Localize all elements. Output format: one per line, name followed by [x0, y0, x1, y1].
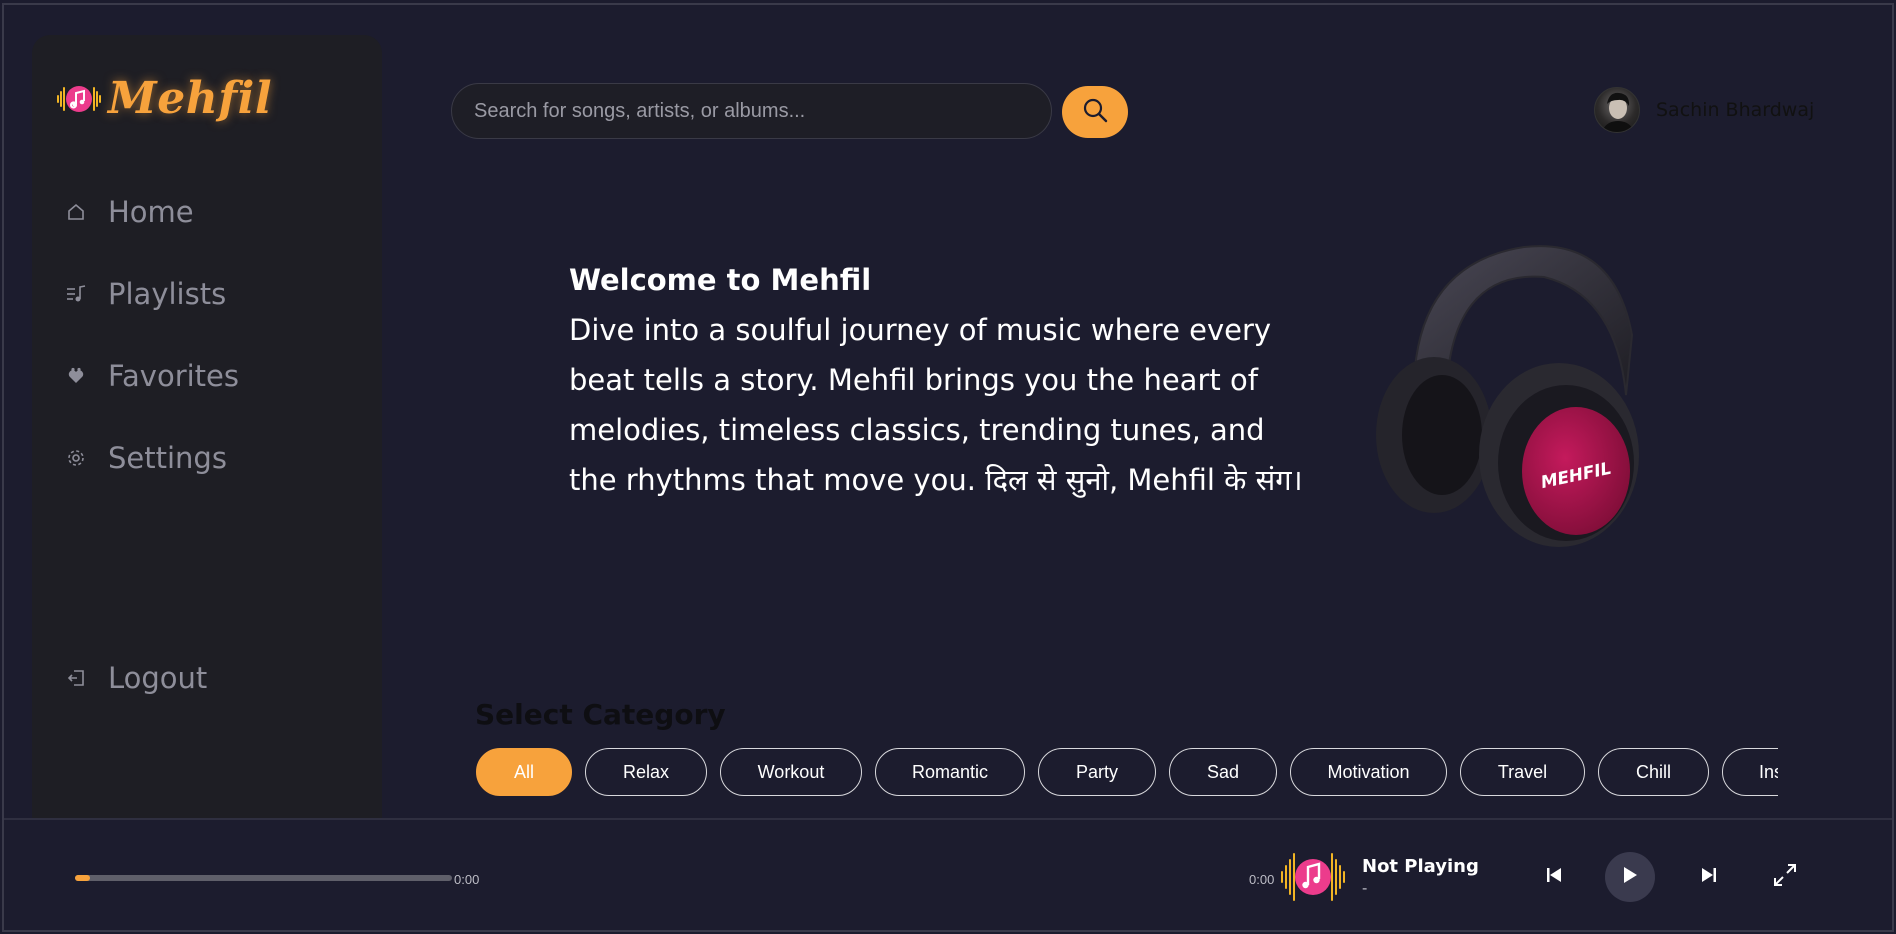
skip-next-icon	[1700, 866, 1718, 889]
app-window: Mehfil Home Playlists Favorites Settings	[2, 3, 1894, 932]
category-chip-all[interactable]: All	[476, 748, 572, 796]
search-box	[451, 83, 1052, 139]
sidebar-item-label: Settings	[108, 441, 227, 475]
category-chip-ins[interactable]: Ins	[1722, 748, 1778, 796]
skip-previous-icon	[1545, 866, 1563, 889]
sidebar-item-label: Favorites	[108, 359, 239, 393]
sidebar-item-favorites[interactable]: Favorites	[66, 359, 239, 393]
category-chip-party[interactable]: Party	[1038, 748, 1156, 796]
progress-bar[interactable]	[75, 875, 452, 881]
hero-text: Dive into a soulful journey of music whe…	[569, 313, 1303, 497]
category-title: Select Category	[475, 698, 726, 731]
logo-text: Mehfil	[108, 73, 273, 124]
logout-button[interactable]: Logout	[66, 661, 207, 695]
logout-icon	[66, 668, 86, 688]
album-art-music-icon	[1278, 842, 1348, 912]
search-icon	[1082, 97, 1108, 128]
fullscreen-button[interactable]	[1770, 862, 1800, 892]
sidebar-item-settings[interactable]: Settings	[66, 441, 227, 475]
home-icon	[66, 202, 86, 222]
sidebar-item-label: Playlists	[108, 277, 227, 311]
category-chip-sad[interactable]: Sad	[1169, 748, 1277, 796]
expand-icon	[1772, 862, 1798, 893]
avatar	[1594, 87, 1640, 133]
playlist-icon	[66, 284, 86, 304]
music-player: 0:00 0:00 Not Playing -	[4, 818, 1892, 930]
user-profile[interactable]: Sachin Bhardwaj	[1594, 87, 1814, 133]
play-button[interactable]	[1605, 852, 1655, 902]
user-name: Sachin Bhardwaj	[1656, 99, 1815, 121]
hero-title: Welcome to Mehfil	[569, 263, 872, 297]
logout-label: Logout	[108, 661, 208, 695]
progress-fill	[75, 875, 91, 881]
track-artist: -	[1362, 880, 1368, 897]
track-title: Not Playing	[1362, 856, 1479, 877]
heart-icon	[66, 366, 86, 386]
sidebar-item-label: Home	[108, 195, 194, 229]
category-chip-travel[interactable]: Travel	[1460, 748, 1585, 796]
sidebar-item-home[interactable]: Home	[66, 195, 194, 229]
category-chip-motivation[interactable]: Motivation	[1290, 748, 1447, 796]
duration-time: 0:00	[454, 872, 480, 887]
headphones-image: MEHFIL	[1354, 235, 1654, 555]
category-chip-workout[interactable]: Workout	[720, 748, 862, 796]
category-chip-romantic[interactable]: Romantic	[875, 748, 1025, 796]
current-time: 0:00	[1249, 872, 1275, 887]
sidebar-item-playlists[interactable]: Playlists	[66, 277, 226, 311]
category-chip-chill[interactable]: Chill	[1598, 748, 1709, 796]
logo[interactable]: Mehfil	[56, 73, 272, 124]
play-icon	[1621, 865, 1639, 890]
music-logo-icon	[56, 76, 102, 122]
search-button[interactable]	[1062, 86, 1128, 138]
gear-icon	[66, 448, 86, 468]
previous-button[interactable]	[1542, 865, 1566, 889]
search-input[interactable]	[452, 84, 1051, 138]
category-chips: All Relax Workout Romantic Party Sad Mot…	[476, 748, 1778, 798]
category-chip-relax[interactable]: Relax	[585, 748, 707, 796]
sidebar: Mehfil Home Playlists Favorites Settings	[32, 35, 382, 825]
next-button[interactable]	[1697, 865, 1721, 889]
